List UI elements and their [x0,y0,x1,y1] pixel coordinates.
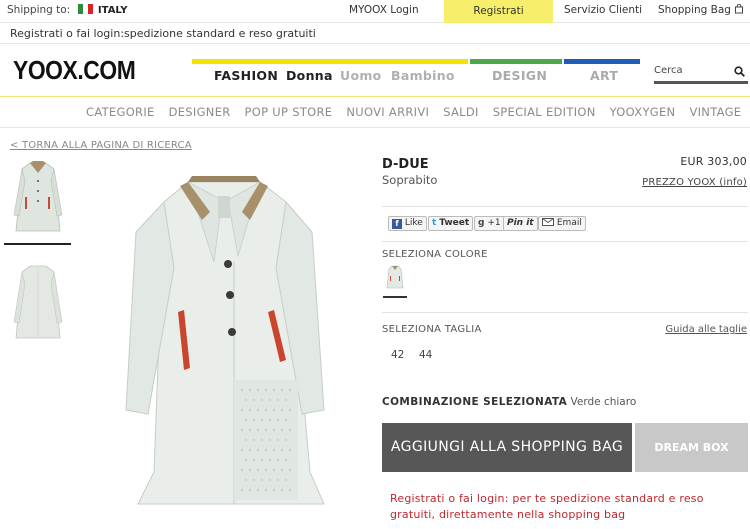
email-share-button[interactable]: Email [538,216,586,231]
nav-designer[interactable]: DESIGNER [169,105,231,119]
search-underline [654,81,748,84]
fashion-color-bar [192,59,468,64]
product-price: EUR 303,00 [680,155,747,168]
nav-nuovi-arrivi[interactable]: NUOVI ARRIVI [346,105,429,119]
selected-combination: COMBINAZIONE SELEZIONATA Verde chiaro [382,396,636,408]
size-option[interactable]: 42 [391,349,404,361]
shipping-country: ITALY [97,5,128,16]
plusone-label: +1 [487,218,501,228]
dream-box-button[interactable]: DREAM BOX [635,423,748,472]
size-option[interactable]: 44 [419,349,432,361]
divider [0,43,750,44]
product-thumbnail-back[interactable] [8,262,68,342]
nav-yooxygen[interactable]: YOOXYGEN [610,105,676,119]
divider [382,312,748,313]
nav-saldi[interactable]: SALDI [443,105,479,119]
facebook-icon: f [392,219,402,229]
combination-value: Verde chiaro [570,396,637,408]
facebook-like-button[interactable]: f Like [388,216,427,231]
price-info-link[interactable]: PREZZO YOOX (info) [642,177,747,188]
design-color-bar [470,59,562,64]
google-plus-icon: g [478,218,485,228]
pinterest-button[interactable]: Pin it [503,216,538,231]
category-nav: CATEGORIE DESIGNER POP UP STORE NUOVI AR… [86,105,750,119]
shopping-bag-link[interactable]: Shopping Bag [658,3,744,16]
nav-design[interactable]: DESIGN [492,68,547,83]
art-color-bar [564,59,640,64]
shipping-selector[interactable]: Shipping to: ITALY [7,4,127,16]
shipping-label: Shipping to: [7,4,71,16]
divider [382,206,748,207]
italy-flag-icon [77,4,93,14]
color-swatch-verde-chiaro[interactable] [384,264,406,290]
search-icon[interactable] [734,66,745,77]
shopping-bag-label: Shopping Bag [658,4,731,16]
color-section-label: SELEZIONA COLORE [382,249,488,260]
search-input[interactable]: Cerca [654,65,683,76]
email-label: Email [556,218,582,228]
nav-donna[interactable]: Donna [286,68,333,83]
nav-pop-up-store[interactable]: POP UP STORE [245,105,333,119]
nav-art[interactable]: ART [590,68,618,83]
color-selected-indicator [383,296,407,298]
back-to-search-link[interactable]: < TORNA ALLA PAGINA DI RICERCA [10,140,192,151]
thumbnail-selected-indicator [4,243,71,245]
tweet-button[interactable]: t Tweet [428,216,474,231]
login-promo-note[interactable]: Registrati o fai login: per te spedizion… [390,491,750,523]
customer-service-link[interactable]: Servizio Clienti [564,4,642,16]
header-divider [0,96,750,97]
product-type: Soprabito [382,173,438,187]
google-plusone-button[interactable]: g +1 [474,216,505,231]
divider [0,127,750,128]
email-icon [542,218,554,226]
nav-uomo[interactable]: Uomo [340,68,382,83]
promo-text[interactable]: Registrati o fai login:spedizione standa… [10,27,316,40]
login-link[interactable]: MYOOX Login [349,4,419,16]
combination-label: COMBINAZIONE SELEZIONATA [382,396,568,408]
tweet-label: Tweet [439,218,470,228]
nav-categorie[interactable]: CATEGORIE [86,105,155,119]
product-main-image[interactable] [118,172,330,512]
nav-special-edition[interactable]: SPECIAL EDITION [493,105,596,119]
product-brand[interactable]: D-DUE [382,157,429,172]
size-guide-link[interactable]: Guida alle taglie [665,324,747,335]
pinit-label: Pin it [507,218,534,228]
add-to-bag-button[interactable]: AGGIUNGI ALLA SHOPPING BAG [382,423,632,472]
nav-bambino[interactable]: Bambino [391,68,455,83]
facebook-like-label: Like [404,218,423,228]
yoox-logo[interactable]: YOOX.COM [13,55,136,86]
register-button[interactable]: Registrati [444,0,553,23]
top-bar: Shipping to: ITALY MYOOX Login Registrat… [0,0,750,23]
shopping-bag-icon [735,3,744,14]
nav-fashion[interactable]: FASHION [214,68,278,83]
twitter-icon: t [432,218,437,228]
size-section-label: SELEZIONA TAGLIA [382,324,482,335]
divider [382,241,748,242]
product-thumbnail-front[interactable] [8,157,68,237]
nav-vintage[interactable]: VINTAGE [689,105,741,119]
